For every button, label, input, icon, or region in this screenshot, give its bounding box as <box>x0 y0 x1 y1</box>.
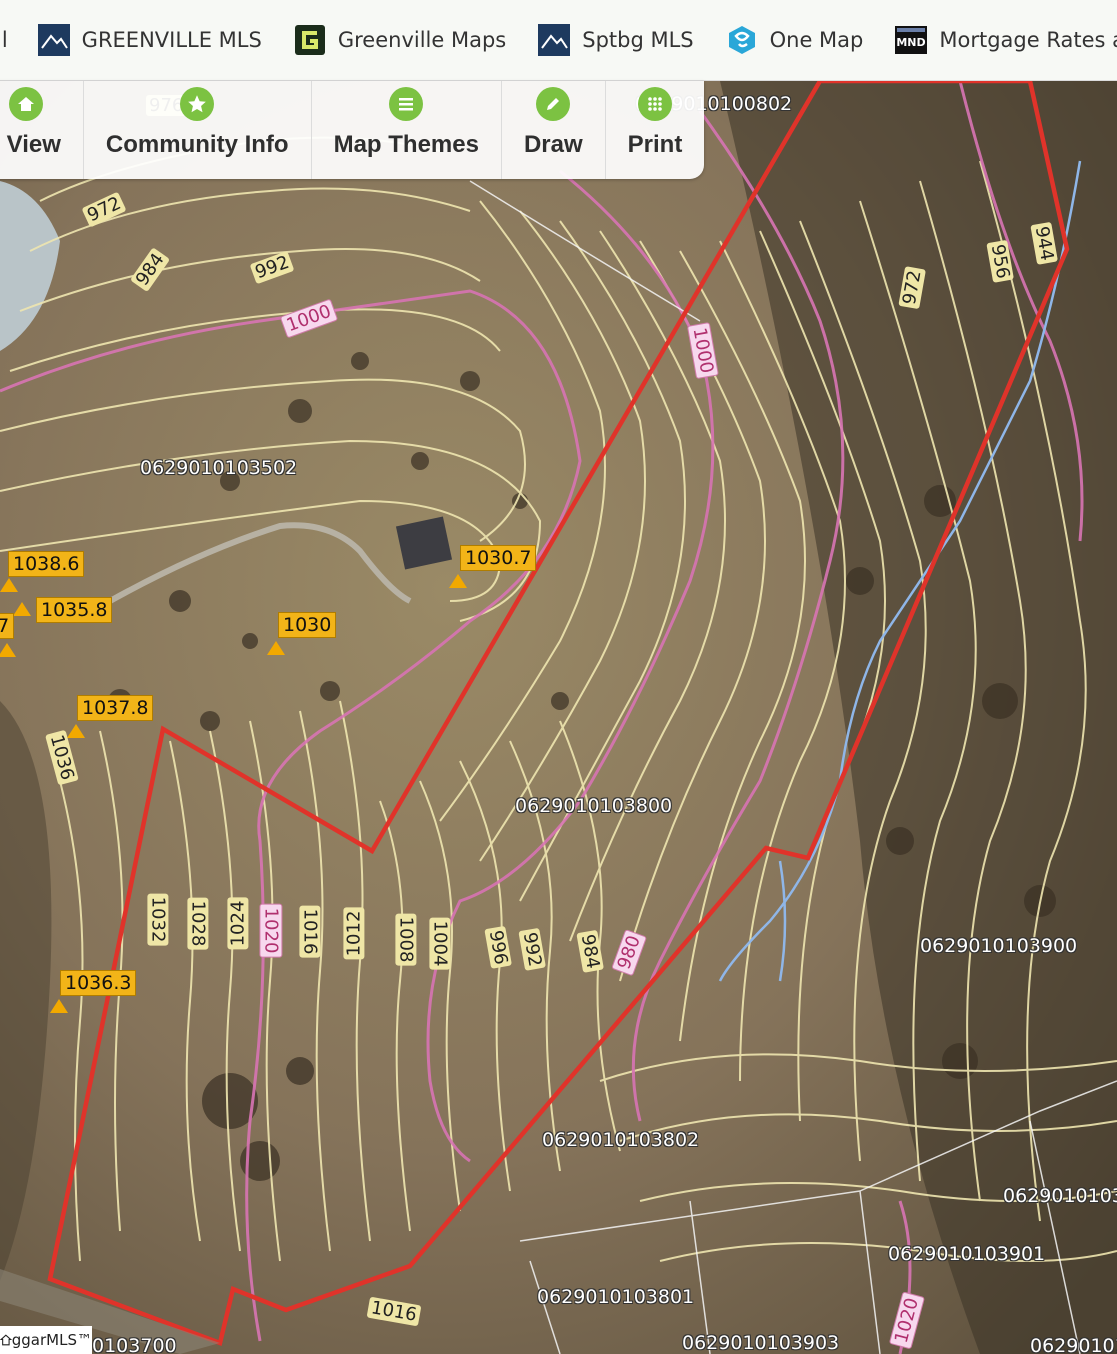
spot-elevation[interactable]: 1037.8 <box>77 695 154 721</box>
bookmark-label: Mortgage Rates and... <box>939 28 1117 52</box>
spot-elevation[interactable]: 1030 <box>278 612 337 638</box>
parcel-id[interactable]: 0629010103900 <box>920 935 1077 957</box>
spot-elevation-triangle <box>50 999 68 1013</box>
topographic-map[interactable]: 1038.6 1035.8 0.7 1030.7 1030 1037.8 103… <box>0 81 1117 1354</box>
svg-text:MND: MND <box>897 36 926 49</box>
tool-print[interactable]: Print <box>606 81 705 179</box>
home-icon <box>9 87 44 121</box>
contour-label-index: 1020 <box>259 903 283 958</box>
spot-elevation-triangle <box>0 578 18 592</box>
tool-map-themes[interactable]: Map Themes <box>312 81 502 179</box>
spot-elevation-triangle <box>67 724 85 738</box>
parcel-id[interactable]: 06290101 <box>1030 1335 1117 1354</box>
contour-label: 1028 <box>187 897 209 950</box>
tool-label: Community Info <box>105 131 289 158</box>
credit-text: ggarMLS™ <box>11 1331 92 1349</box>
spot-elevation[interactable]: 1038.6 <box>8 551 85 577</box>
bookmark-greenville-mls[interactable]: GREENVILLE MLS <box>37 24 262 56</box>
mls-credit: ggarMLS™ <box>0 1326 92 1354</box>
contour-label: 1012 <box>343 907 365 960</box>
tool-draw[interactable]: Draw <box>502 81 606 179</box>
aerial-map-canvas <box>0 81 1117 1354</box>
spot-elevation[interactable]: 1030.7 <box>460 545 537 571</box>
contour-label: 1008 <box>395 913 417 966</box>
tool-label: t View <box>0 131 61 158</box>
spot-elevation-triangle <box>267 641 285 655</box>
contour-label: 1016 <box>299 905 321 958</box>
tool-label: Map Themes <box>333 131 479 158</box>
onemap-icon <box>728 26 755 54</box>
bookmark-label: Sptbg MLS <box>582 28 694 52</box>
parcel-id[interactable]: 0629010103903 <box>682 1332 839 1354</box>
bookmark-label: GREENVILLE MLS <box>81 28 262 52</box>
bookmark-greenville-maps[interactable]: Greenville Maps <box>294 24 506 56</box>
bookmark-one-map[interactable]: One Map <box>726 24 864 56</box>
bookmarks-bar: il GREENVILLE MLS Greenville Maps Sptbg … <box>0 0 1117 81</box>
spot-elevation[interactable]: 1036.3 <box>60 970 137 996</box>
spot-elevation[interactable]: 0.7 <box>0 613 15 639</box>
parcel-id[interactable]: 0629010103802 <box>542 1129 699 1151</box>
bookmark-sptbg-mls[interactable]: Sptbg MLS <box>538 24 694 56</box>
tool-label: Draw <box>523 131 583 158</box>
spot-elevation-triangle <box>0 643 16 657</box>
bookmark-label: Greenville Maps <box>337 28 507 52</box>
mls-mountain-icon <box>538 24 571 56</box>
grid-icon <box>637 87 672 121</box>
bookmark-label: One Map <box>769 28 864 52</box>
spot-elevation-triangle <box>449 574 467 588</box>
map-toolbar: t View Community Info Map Themes Draw Pr… <box>0 81 705 179</box>
parcel-id[interactable]: 06290101030 <box>1003 1185 1117 1207</box>
g-logo-icon <box>294 25 325 55</box>
parcel-id[interactable]: 0629010103901 <box>888 1243 1045 1265</box>
bookmark-truncated[interactable]: il <box>0 28 8 52</box>
spot-elevation-triangle <box>13 602 31 616</box>
bookmark-label: il <box>0 28 8 52</box>
contour-label: 1032 <box>147 893 169 946</box>
tool-street-view[interactable]: t View <box>0 81 84 179</box>
mls-house-icon <box>0 1334 12 1346</box>
contour-label: 1004 <box>429 917 451 970</box>
pencil-icon <box>536 87 571 121</box>
parcel-id[interactable]: 0629010103800 <box>515 795 672 817</box>
parcel-id[interactable]: 0103700 <box>92 1335 177 1354</box>
contour-label: 1024 <box>227 897 249 950</box>
bookmark-mortgage-rates[interactable]: MND Mortgage Rates and... <box>895 24 1117 56</box>
tool-community-info[interactable]: Community Info <box>84 81 312 179</box>
parcel-id[interactable]: 0629010103502 <box>140 457 297 479</box>
tool-label: Print <box>627 131 683 158</box>
parcel-id[interactable]: 0629010103801 <box>537 1286 694 1308</box>
list-icon <box>389 87 424 121</box>
mls-mountain-icon <box>37 24 70 56</box>
mnd-icon: MND <box>895 26 928 54</box>
star-icon <box>180 87 215 121</box>
spot-elevation[interactable]: 1035.8 <box>36 597 113 623</box>
